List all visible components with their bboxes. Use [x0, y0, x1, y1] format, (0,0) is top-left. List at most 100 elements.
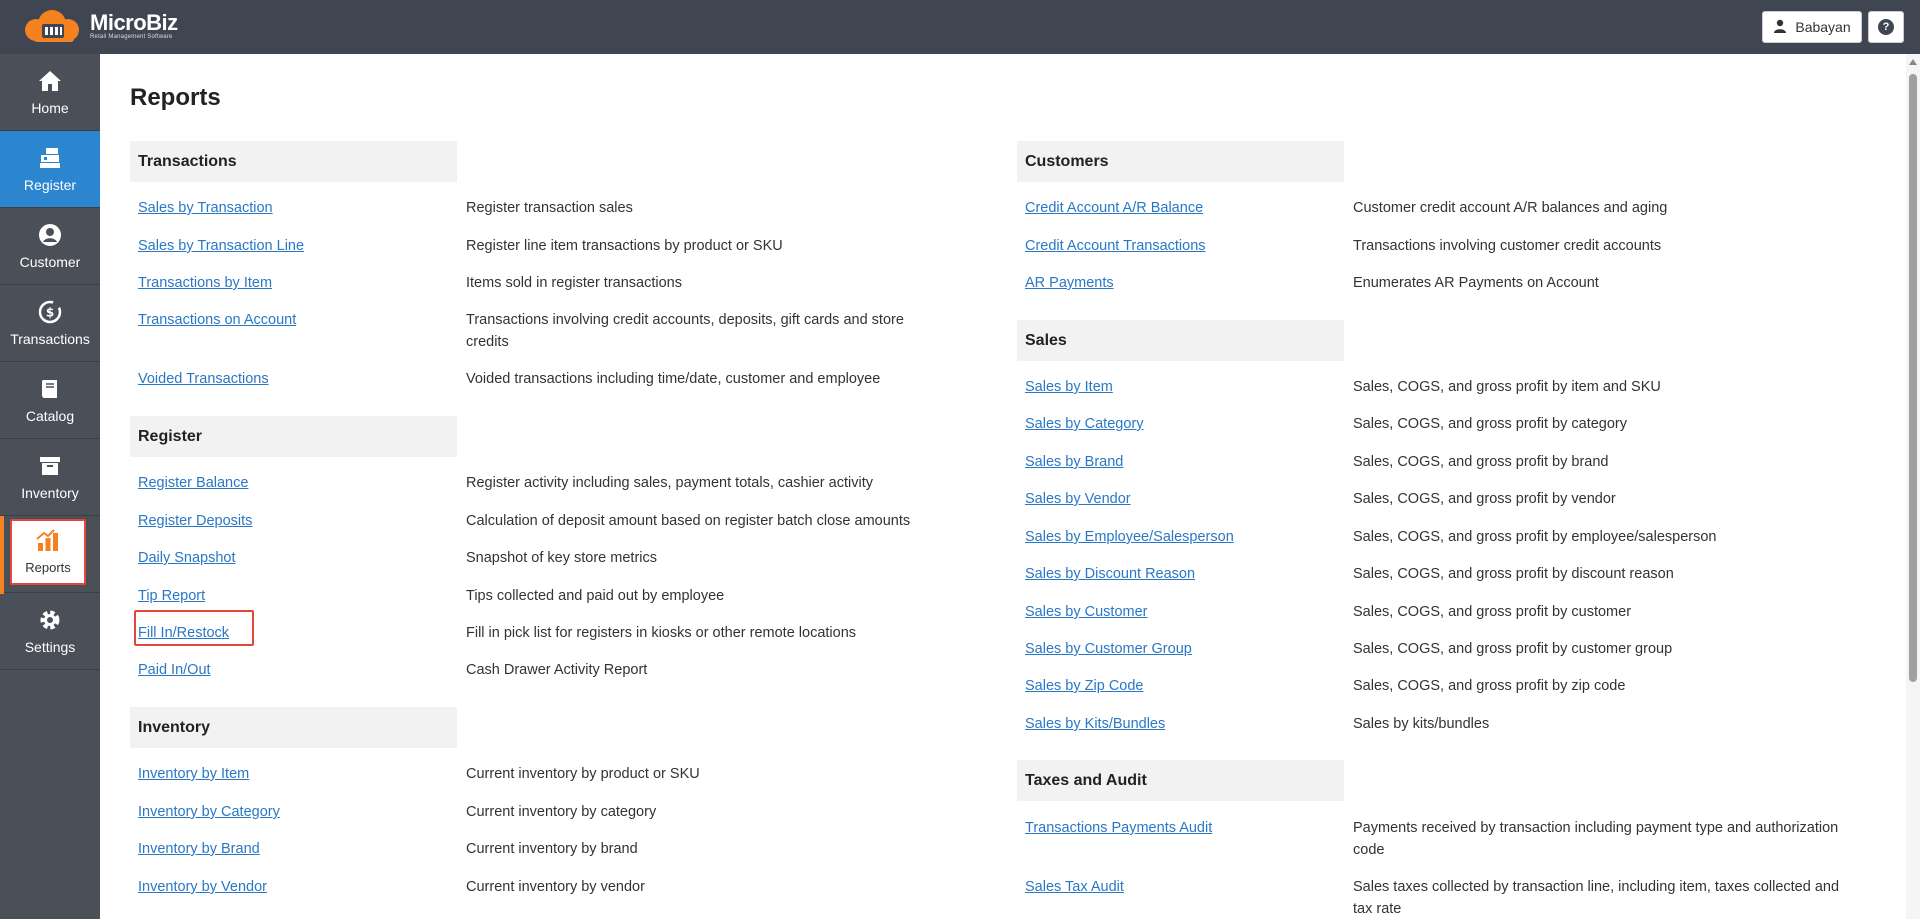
sidebar-item-transactions[interactable]: $ Transactions — [0, 285, 100, 362]
scrollbar-thumb[interactable] — [1909, 74, 1917, 682]
sidebar-item-label: Reports — [25, 560, 71, 575]
report-link-transactions-payments-audit[interactable]: Transactions Payments Audit — [1025, 820, 1212, 836]
sidebar-item-inventory[interactable]: Inventory — [0, 439, 100, 516]
report-description: Sales, COGS, and gross profit by custome… — [1353, 641, 1673, 657]
vertical-scrollbar[interactable] — [1906, 54, 1920, 919]
home-icon — [37, 68, 63, 94]
report-link-sales-by-transaction-line[interactable]: Sales by Transaction Line — [138, 238, 304, 254]
sidebar-item-home[interactable]: Home — [0, 54, 100, 131]
report-description: Calculation of deposit amount based on r… — [466, 513, 911, 529]
app-name: MicroBiz — [90, 9, 178, 35]
report-description: Sales, COGS, and gross profit by brand — [1353, 454, 1609, 470]
help-icon: ? — [1878, 19, 1894, 35]
inventory-icon — [37, 453, 63, 479]
report-link-inventory-by-item[interactable]: Inventory by Item — [138, 766, 249, 782]
sidebar-item-settings[interactable]: Settings — [0, 593, 100, 670]
report-link-sales-by-discount-reason[interactable]: Sales by Discount Reason — [1025, 566, 1195, 582]
sidebar-item-register[interactable]: Register — [0, 131, 100, 208]
report-link-voided-transactions[interactable]: Voided Transactions — [138, 371, 269, 387]
report-link-register-deposits[interactable]: Register Deposits — [138, 513, 252, 529]
report-description: Enumerates AR Payments on Account — [1353, 275, 1599, 291]
sidebar-item-label: Home — [31, 100, 69, 116]
report-description: Sales, COGS, and gross profit by vendor — [1353, 491, 1616, 507]
report-link-credit-account-ar-balance[interactable]: Credit Account A/R Balance — [1025, 200, 1203, 216]
report-description: Customer credit account A/R balances and… — [1353, 200, 1668, 216]
report-link-credit-account-transactions[interactable]: Credit Account Transactions — [1025, 238, 1206, 254]
user-name: Babayan — [1795, 19, 1851, 35]
sidebar-item-customer[interactable]: Customer — [0, 208, 100, 285]
report-description: Sales taxes collected by transaction lin… — [1353, 879, 1840, 917]
report-link-transactions-on-account[interactable]: Transactions on Account — [138, 312, 296, 328]
report-link-paid-in-out[interactable]: Paid In/Out — [138, 662, 211, 678]
report-description: Voided transactions including time/date,… — [466, 371, 881, 387]
help-button[interactable]: ? — [1868, 11, 1904, 43]
report-link-sales-by-customer-group[interactable]: Sales by Customer Group — [1025, 641, 1192, 657]
report-description: Snapshot of key store metrics — [466, 550, 657, 566]
report-link-sales-by-brand[interactable]: Sales by Brand — [1025, 454, 1123, 470]
report-description: Transactions involving credit accounts, … — [466, 312, 904, 350]
report-description: Payments received by transaction includi… — [1353, 820, 1839, 858]
report-description: Current inventory by vendor — [466, 879, 645, 895]
report-link-inventory-by-vendor[interactable]: Inventory by Vendor — [138, 879, 267, 895]
top-bar: MicroBiz Retail Management Software Baba… — [0, 0, 1920, 54]
report-description: Sales, COGS, and gross profit by categor… — [1353, 416, 1628, 432]
report-description: Current inventory by brand — [466, 841, 638, 857]
report-link-sales-by-employee-salesperson[interactable]: Sales by Employee/Salesperson — [1025, 529, 1234, 545]
report-link-register-balance[interactable]: Register Balance — [138, 475, 248, 491]
report-link-sales-tax-audit[interactable]: Sales Tax Audit — [1025, 879, 1124, 895]
svg-text:$: $ — [46, 306, 54, 320]
gear-icon — [37, 607, 63, 633]
section-header-taxes-and-audit: Taxes and Audit — [1017, 760, 1344, 801]
main-content: Reports Transactions Sales by Transactio… — [100, 54, 1906, 919]
report-description: Register activity including sales, payme… — [466, 475, 873, 491]
report-link-sales-by-customer[interactable]: Sales by Customer — [1025, 604, 1148, 620]
scroll-up-arrow[interactable] — [1909, 59, 1917, 65]
report-description: Transactions involving customer credit a… — [1353, 238, 1662, 254]
sidebar-item-label: Register — [23, 177, 77, 193]
section-header-inventory: Inventory — [130, 707, 457, 748]
report-link-sales-by-vendor[interactable]: Sales by Vendor — [1025, 491, 1131, 507]
sidebar-item-label: Transactions — [10, 331, 90, 347]
user-menu-button[interactable]: Babayan — [1762, 11, 1862, 43]
report-description: Sales, COGS, and gross profit by zip cod… — [1353, 678, 1626, 694]
report-description: Cash Drawer Activity Report — [466, 662, 648, 678]
report-description: Current inventory by category — [466, 804, 657, 820]
report-description: Sales, COGS, and gross profit by employe… — [1353, 529, 1717, 545]
page-title: Reports — [130, 84, 221, 111]
report-link-inventory-by-category[interactable]: Inventory by Category — [138, 804, 280, 820]
report-link-sales-by-kits-bundles[interactable]: Sales by Kits/Bundles — [1025, 716, 1165, 732]
register-icon — [37, 145, 63, 171]
sidebar-item-catalog[interactable]: Catalog — [0, 362, 100, 439]
report-description: Tips collected and paid out by employee — [466, 588, 725, 604]
report-description: Sales, COGS, and gross profit by custome… — [1353, 604, 1632, 620]
sidebar-item-label: Inventory — [21, 485, 79, 501]
report-description: Register transaction sales — [466, 200, 633, 216]
app-tagline: Retail Management Software — [90, 33, 173, 40]
logo-icon — [22, 8, 84, 44]
sidebar-item-label: Customer — [19, 254, 81, 270]
report-link-sales-by-transaction[interactable]: Sales by Transaction — [138, 200, 273, 216]
report-link-inventory-by-brand[interactable]: Inventory by Brand — [138, 841, 260, 857]
reports-icon — [36, 529, 60, 554]
section-header-transactions: Transactions — [130, 141, 457, 182]
report-link-tip-report[interactable]: Tip Report — [138, 588, 205, 604]
report-link-sales-by-item[interactable]: Sales by Item — [1025, 379, 1113, 395]
catalog-icon — [37, 376, 63, 402]
section-header-register: Register — [130, 416, 457, 457]
report-link-sales-by-zip-code[interactable]: Sales by Zip Code — [1025, 678, 1143, 694]
sidebar-item-reports[interactable]: Reports — [10, 519, 86, 585]
report-link-ar-payments[interactable]: AR Payments — [1025, 275, 1114, 291]
report-description: Items sold in register transactions — [466, 275, 682, 291]
report-description: Sales by kits/bundles — [1353, 716, 1490, 732]
app-logo[interactable]: MicroBiz Retail Management Software — [22, 8, 178, 44]
report-link-daily-snapshot[interactable]: Daily Snapshot — [138, 550, 236, 566]
report-link-sales-by-category[interactable]: Sales by Category — [1025, 416, 1143, 432]
customer-icon — [37, 222, 63, 248]
report-link-fill-in-restock[interactable]: Fill In/Restock — [138, 625, 229, 641]
report-link-transactions-by-item[interactable]: Transactions by Item — [138, 275, 272, 291]
report-description: Sales, COGS, and gross profit by item an… — [1353, 379, 1661, 395]
section-header-sales: Sales — [1017, 320, 1344, 361]
section-header-customers: Customers — [1017, 141, 1344, 182]
report-description: Register line item transactions by produ… — [466, 238, 783, 254]
transactions-icon: $ — [37, 299, 63, 325]
